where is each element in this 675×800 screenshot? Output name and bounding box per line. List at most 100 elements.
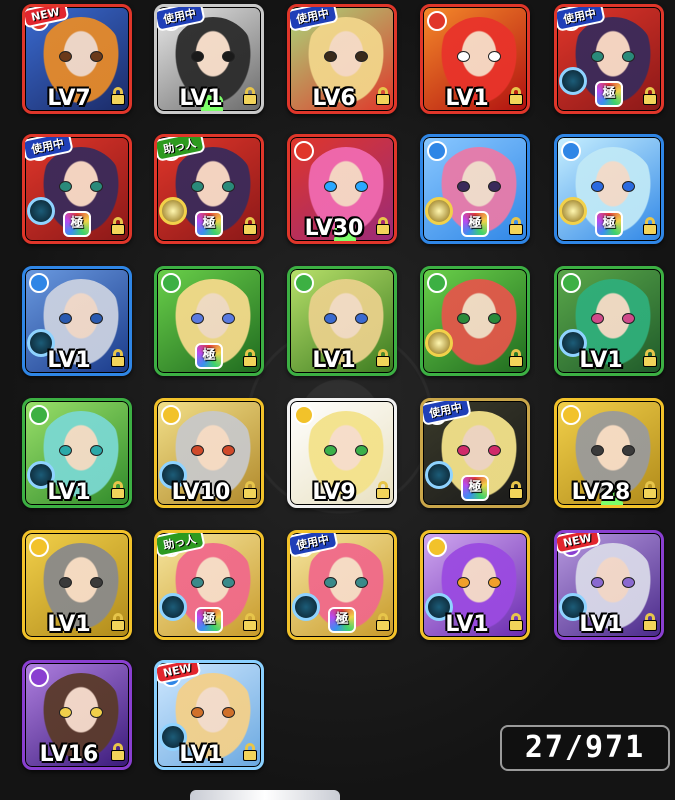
monster-card[interactable]: 使用中 LV6 xyxy=(287,4,397,114)
character-eyes xyxy=(457,313,501,324)
lock-icon xyxy=(111,87,125,105)
monster-card[interactable]: 極使用中 xyxy=(420,398,530,508)
lock-icon xyxy=(243,743,257,761)
monster-card[interactable]: 極使用中 xyxy=(554,4,664,114)
lock-icon xyxy=(376,217,390,235)
lock-body xyxy=(111,356,125,367)
character-eyes xyxy=(191,577,235,588)
monster-card[interactable]: NEW LV7 xyxy=(22,4,132,114)
character-eyes xyxy=(324,181,368,192)
level-label: LV16 xyxy=(39,742,99,767)
lock-body xyxy=(376,356,390,367)
dark-element-icon xyxy=(29,667,49,687)
kiwami-badge-icon: 極 xyxy=(195,211,223,237)
lock-body xyxy=(643,488,657,499)
level-label: LV1 xyxy=(445,86,489,111)
lock-icon xyxy=(111,613,125,631)
lock-body xyxy=(643,224,657,235)
level-label: LV10 xyxy=(171,480,231,505)
level-label: LV7 xyxy=(47,86,91,111)
water-element-icon xyxy=(427,141,447,161)
lock-body xyxy=(111,488,125,499)
character-eyes xyxy=(191,445,235,456)
monster-card[interactable]: LV9 xyxy=(287,398,397,508)
character-eyes xyxy=(191,707,235,718)
monster-card[interactable] xyxy=(420,266,530,376)
character-eyes xyxy=(59,577,103,588)
monster-card[interactable]: LV10 xyxy=(154,398,264,508)
lock-body xyxy=(243,620,257,631)
lock-body xyxy=(376,488,390,499)
water-element-icon xyxy=(561,141,581,161)
lock-icon xyxy=(509,613,523,631)
lock-icon xyxy=(509,481,523,499)
monster-card[interactable]: LV30 xyxy=(287,134,397,244)
lock-body xyxy=(509,94,523,105)
kiwami-badge-icon: 極 xyxy=(595,81,623,107)
lock-icon xyxy=(111,743,125,761)
lock-icon xyxy=(243,217,257,235)
monster-card[interactable]: LV1 xyxy=(420,530,530,640)
character-eyes xyxy=(324,577,368,588)
lock-body xyxy=(376,620,390,631)
lock-body xyxy=(111,224,125,235)
character-eyes xyxy=(59,181,103,192)
character-eyes xyxy=(457,51,501,62)
monster-card[interactable]: NEW LV1 xyxy=(554,530,664,640)
monster-card[interactable]: 極 xyxy=(554,134,664,244)
character-eyes xyxy=(591,577,635,588)
lock-icon xyxy=(376,481,390,499)
ability-orb-icon xyxy=(159,197,187,225)
lock-icon xyxy=(643,349,657,367)
monster-card[interactable]: LV28 xyxy=(554,398,664,508)
character-eyes xyxy=(591,445,635,456)
monster-card[interactable]: 極助っ人 xyxy=(154,530,264,640)
lock-body xyxy=(111,750,125,761)
wood-element-icon xyxy=(427,273,447,293)
lock-body xyxy=(243,94,257,105)
monster-card[interactable]: LV1 xyxy=(420,4,530,114)
level-label: LV1 xyxy=(579,612,623,637)
lock-body xyxy=(376,224,390,235)
level-label: LV1 xyxy=(179,742,223,767)
monster-card[interactable]: LV1 xyxy=(554,266,664,376)
character-eyes xyxy=(324,313,368,324)
monster-card[interactable]: LV16 xyxy=(22,660,132,770)
level-label: LV1 xyxy=(179,86,223,111)
monster-card[interactable]: 極 xyxy=(420,134,530,244)
bottom-tab-edge xyxy=(190,790,340,800)
kiwami-badge-icon: 極 xyxy=(195,607,223,633)
light-element-icon xyxy=(427,537,447,557)
lock-body xyxy=(643,356,657,367)
monster-card[interactable]: LV1 xyxy=(22,530,132,640)
lock-body xyxy=(243,488,257,499)
character-eyes xyxy=(191,51,235,62)
ability-orb-icon xyxy=(425,197,453,225)
lock-body xyxy=(111,620,125,631)
monster-card[interactable]: 極使用中 xyxy=(22,134,132,244)
lock-icon xyxy=(376,87,390,105)
lock-body xyxy=(509,620,523,631)
lock-icon xyxy=(111,349,125,367)
lock-body xyxy=(643,620,657,631)
monster-card[interactable]: LV1 xyxy=(287,266,397,376)
character-eyes xyxy=(191,313,235,324)
ability-orb-icon xyxy=(159,593,187,621)
character-eyes xyxy=(59,445,103,456)
level-label: LV1 xyxy=(579,348,623,373)
character-eyes xyxy=(591,181,635,192)
level-label: LV1 xyxy=(47,480,91,505)
monster-card[interactable]: NEW LV1 xyxy=(154,660,264,770)
lock-icon xyxy=(111,217,125,235)
monster-card[interactable]: LV1 xyxy=(22,398,132,508)
monster-card[interactable]: 極使用中 xyxy=(287,530,397,640)
monster-card[interactable]: 極 xyxy=(154,266,264,376)
monster-card[interactable]: 使用中 LV1 xyxy=(154,4,264,114)
monster-card[interactable]: 極助っ人 xyxy=(154,134,264,244)
character-eyes xyxy=(457,181,501,192)
level-label: LV6 xyxy=(312,86,356,111)
character-eyes xyxy=(591,51,635,62)
kiwami-badge-icon: 極 xyxy=(461,475,489,501)
lock-body xyxy=(509,224,523,235)
monster-card[interactable]: LV1 xyxy=(22,266,132,376)
